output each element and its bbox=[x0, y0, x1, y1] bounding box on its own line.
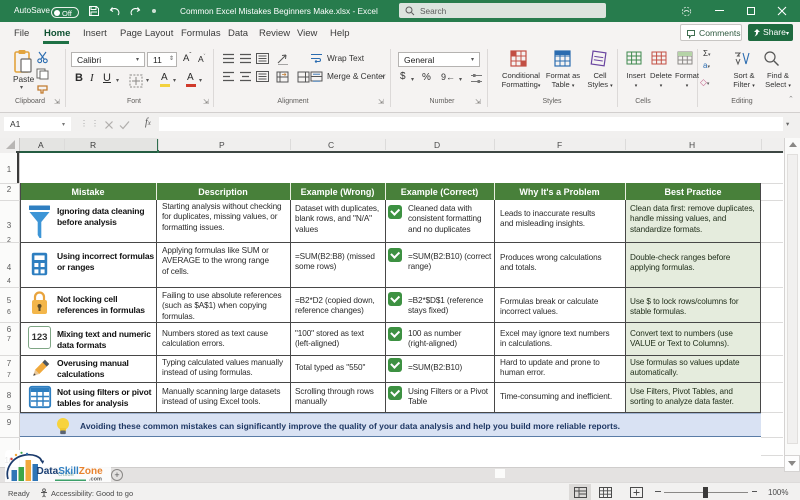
svg-text:DataSkillZone: DataSkillZone bbox=[37, 466, 104, 477]
